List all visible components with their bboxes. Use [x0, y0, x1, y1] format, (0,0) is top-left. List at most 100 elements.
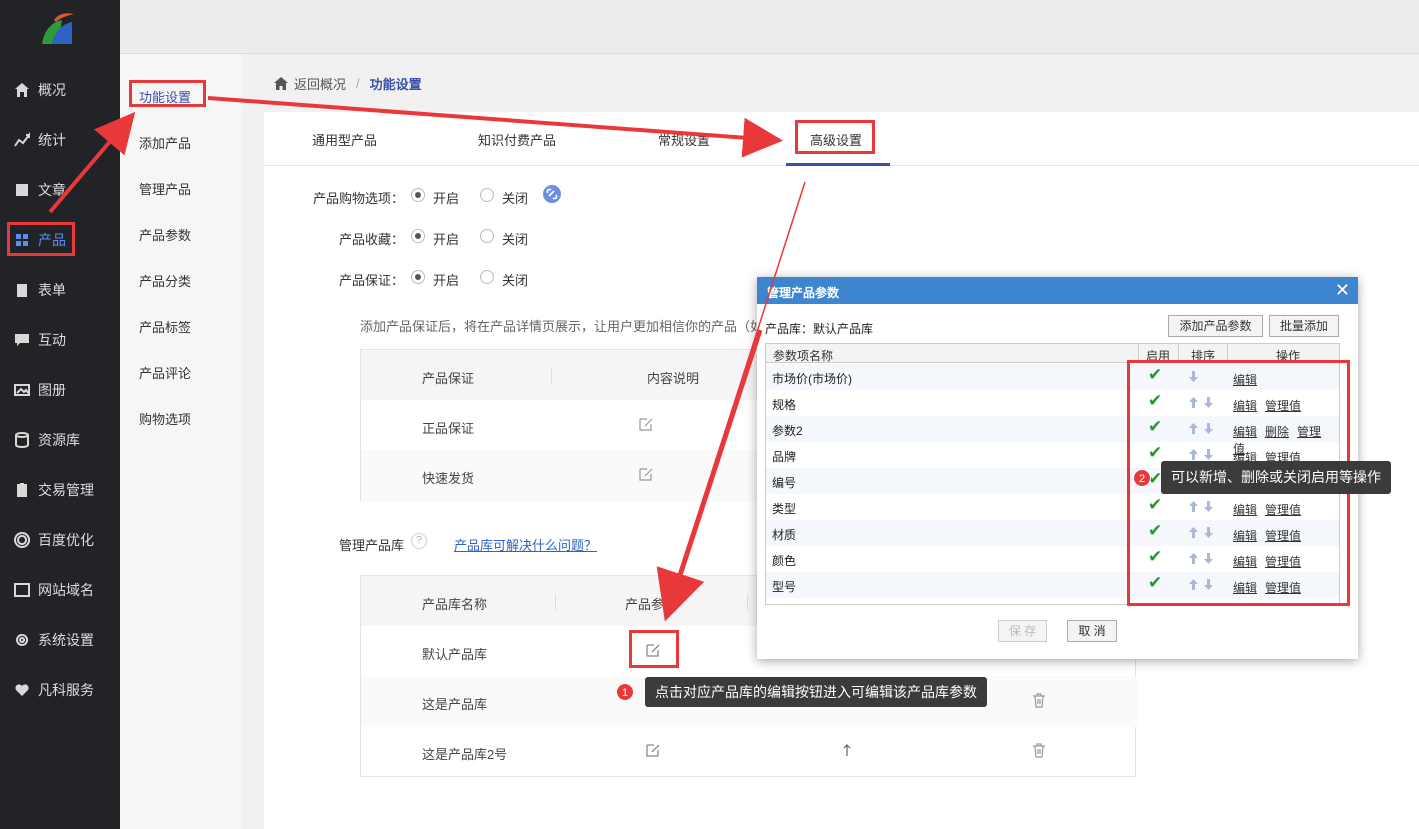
library-row-2: 这是产品库: [422, 697, 488, 712]
guarantee-table: 产品保证 内容说明 正品保证 快速发货: [360, 349, 761, 502]
param-name: 颜色: [772, 554, 797, 568]
top-bar: [120, 0, 1419, 54]
highlight-edit-button: [629, 630, 679, 668]
sidebar-item-label: 文章: [38, 182, 66, 198]
sidebar-item-label: 百度优化: [38, 532, 94, 548]
sub-nav: 功能设置 添加产品 管理产品 产品参数 产品分类 产品标签 产品评论 购物选项: [120, 54, 242, 829]
tab-general-product[interactable]: 通用型产品: [312, 130, 377, 149]
logo-icon: [42, 13, 74, 44]
home-icon: [15, 83, 29, 97]
guarantee-row-genuine: 正品保证: [422, 421, 475, 436]
sidebar-item-home[interactable]: 概况: [0, 65, 120, 115]
sidebar-item-label: 凡科服务: [38, 682, 94, 698]
guarantee-on-radio[interactable]: [411, 270, 425, 284]
favorite-off-radio[interactable]: [480, 229, 494, 243]
database-icon: [15, 432, 30, 448]
step-1-tooltip: 点击对应产品库的编辑按钮进入可编辑该产品库参数: [645, 677, 987, 707]
sidebar-item-label: 系统设置: [38, 632, 94, 648]
sidebar-item-article[interactable]: 文章: [0, 165, 120, 215]
heart-icon: [15, 684, 29, 696]
edit-icon[interactable]: [645, 742, 661, 758]
sidebar-item-label: 网站域名: [38, 582, 94, 598]
breadcrumb-current: 功能设置: [369, 76, 422, 92]
form-icon: [17, 284, 27, 297]
guarantee-off-label: 关闭: [502, 273, 529, 288]
subnav-item-7[interactable]: 购物选项: [139, 409, 191, 428]
sidebar-item-album[interactable]: 图册: [0, 365, 120, 415]
guarantee-label: 产品保证：: [339, 273, 405, 288]
tab-knowledge-product[interactable]: 知识付费产品: [478, 130, 556, 149]
param-name: 材质: [772, 528, 797, 542]
step-2-badge: 2: [1133, 469, 1151, 487]
sidebar-item-chart[interactable]: 统计: [0, 115, 120, 165]
subnav-item-2[interactable]: 管理产品: [139, 179, 191, 198]
sidebar-item-form[interactable]: 表单: [0, 265, 120, 315]
col-guarantee: 产品保证: [422, 371, 475, 386]
help-icon[interactable]: ?: [411, 533, 427, 549]
step-2-tooltip: 可以新增、删除或关闭启用等操作: [1161, 461, 1391, 494]
add-param-button[interactable]: 添加产品参数: [1168, 315, 1263, 337]
batch-add-button[interactable]: 批量添加: [1269, 315, 1339, 337]
guarantee-row-fast: 快速发货: [422, 471, 475, 486]
param-name: 品牌: [772, 450, 797, 464]
param-name: 规格: [772, 398, 797, 412]
favorite-on-radio[interactable]: [411, 229, 425, 243]
logo[interactable]: [0, 0, 120, 64]
trash-icon[interactable]: [1031, 742, 1047, 758]
subnav-item-4[interactable]: 产品分类: [139, 271, 191, 290]
domain-icon: [14, 583, 30, 597]
edit-icon[interactable]: [638, 466, 654, 482]
chat-icon: [15, 334, 29, 346]
link-icon[interactable]: [543, 185, 561, 203]
shopping-option-label: 产品购物选项：: [313, 191, 405, 206]
library-name: 产品库：默认产品库: [765, 322, 874, 336]
arrow-up-icon[interactable]: [839, 742, 855, 758]
sidebar-item-trade[interactable]: 交易管理: [0, 465, 120, 515]
subnav-item-1[interactable]: 添加产品: [139, 133, 191, 152]
library-label: 管理产品库: [339, 538, 405, 553]
sidebar-item-label: 交易管理: [38, 482, 94, 498]
shopping-off-radio[interactable]: [480, 188, 494, 202]
guarantee-note: 添加产品保证后，将在产品详情页展示，让用户更加相信你的产品（如: [360, 319, 764, 334]
sidebar-item-label: 统计: [38, 132, 66, 148]
sidebar-item-label: 表单: [38, 282, 66, 298]
sidebar-item-domain[interactable]: 网站域名: [0, 565, 120, 615]
highlight-advanced-tab: [795, 120, 875, 154]
sidebar-item-label: 图册: [38, 382, 66, 398]
sidebar-item-heart[interactable]: 凡科服务: [0, 665, 120, 715]
back-link[interactable]: 返回概况: [294, 74, 346, 93]
subnav-item-5[interactable]: 产品标签: [139, 317, 191, 336]
tab-basic-settings[interactable]: 常规设置: [658, 130, 710, 149]
favorite-off-label: 关闭: [502, 232, 529, 247]
chart-icon: [14, 132, 30, 147]
sidebar-item-seo[interactable]: 百度优化: [0, 515, 120, 565]
close-icon[interactable]: ✕: [1335, 280, 1350, 301]
library-help-link[interactable]: 产品库可解决什么问题？: [454, 535, 597, 554]
col-description: 内容说明: [647, 371, 700, 386]
edit-icon[interactable]: [638, 416, 654, 432]
col-library-name: 产品库名称: [422, 597, 488, 612]
sidebar-item-gear[interactable]: 系统设置: [0, 615, 120, 665]
main-sidebar: 概况 统计 文章 产品 表单 互动 图册 资源库 交易管理 百度优化 网站域名 系统设置 凡科服务: [0, 0, 120, 829]
breadcrumb-separator: /: [356, 75, 360, 91]
subnav-item-3[interactable]: 产品参数: [139, 225, 191, 244]
save-button[interactable]: 保 存: [998, 620, 1047, 642]
param-name: 类型: [772, 502, 797, 516]
sidebar-item-chat[interactable]: 互动: [0, 315, 120, 365]
guarantee-off-radio[interactable]: [480, 270, 494, 284]
col-params: 产品参数: [625, 597, 678, 612]
dialog-title: 管理产品参数: [757, 277, 1358, 304]
cancel-button[interactable]: 取 消: [1067, 620, 1117, 642]
sidebar-item-label: 资源库: [38, 432, 80, 448]
guarantee-on-label: 开启: [433, 273, 460, 288]
library-row-3: 这是产品库2号: [422, 747, 508, 762]
sidebar-item-label: 互动: [38, 332, 66, 348]
param-name: 参数2: [772, 424, 803, 438]
subnav-item-6[interactable]: 产品评论: [139, 363, 191, 382]
highlight-product: [7, 222, 75, 256]
album-icon: [14, 384, 30, 396]
shopping-off-label: 关闭: [502, 191, 529, 206]
shopping-on-radio[interactable]: [411, 188, 425, 202]
sidebar-item-database[interactable]: 资源库: [0, 415, 120, 465]
trash-icon[interactable]: [1031, 692, 1047, 708]
